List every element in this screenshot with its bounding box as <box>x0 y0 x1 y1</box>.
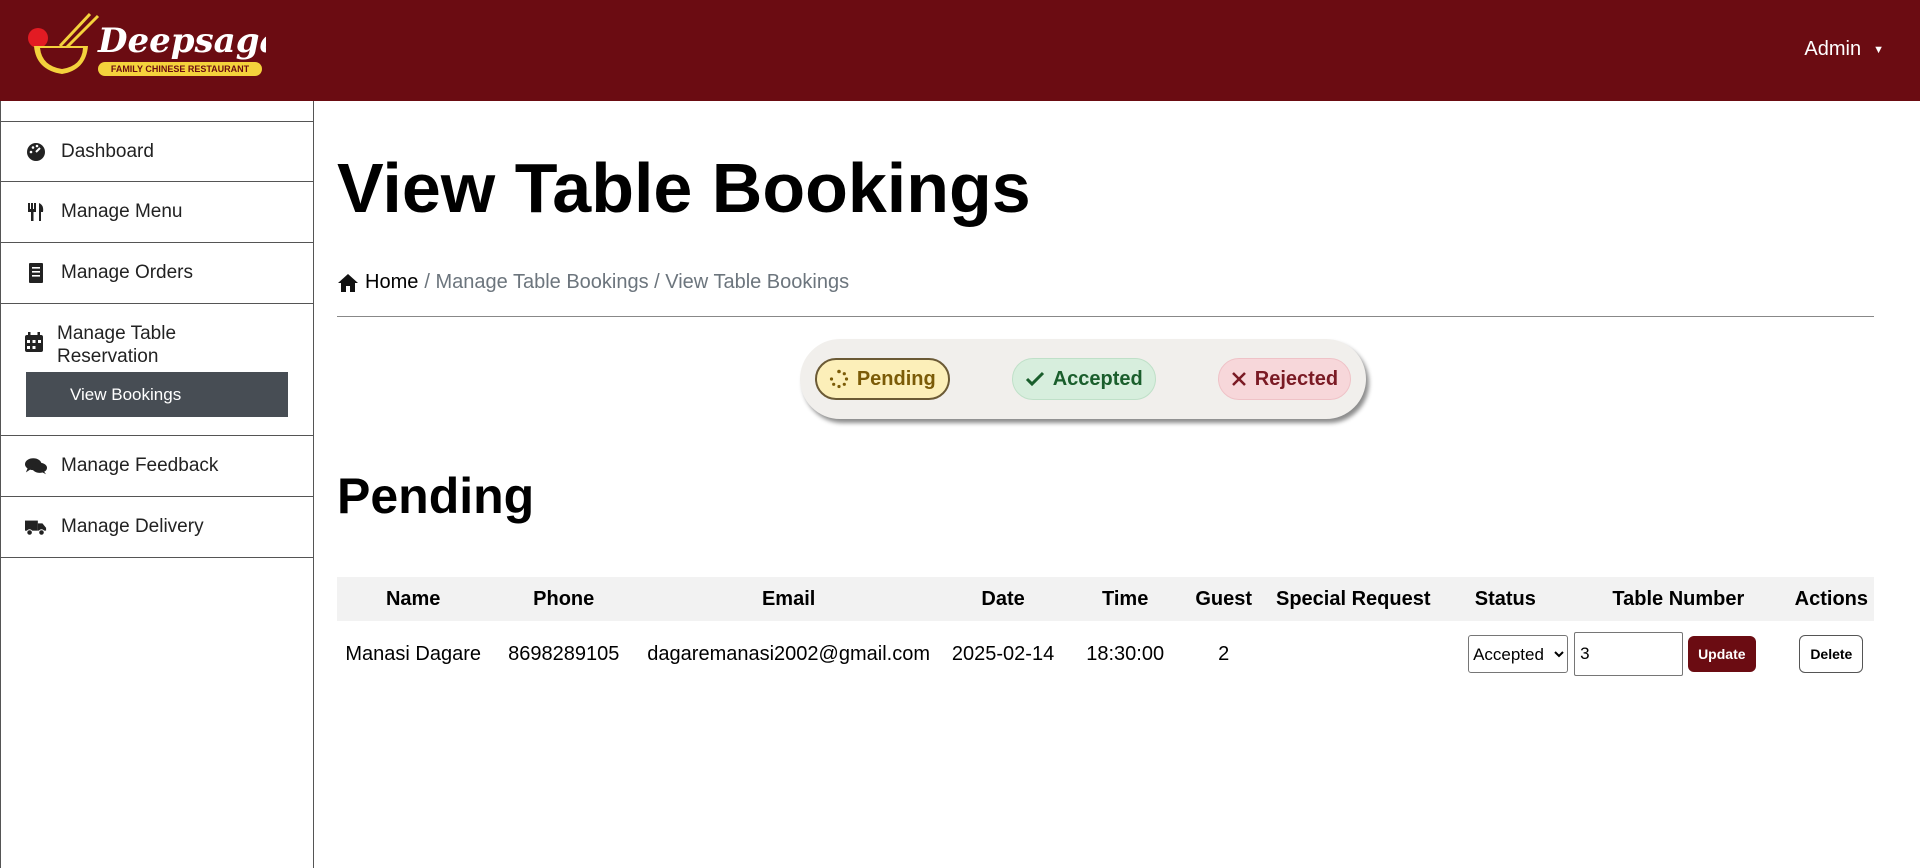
column-header: Time <box>1102 587 1149 610</box>
sidebar-item-manage-menu[interactable]: Manage Menu <box>1 182 313 243</box>
cell-phone: 8698289105 <box>508 642 620 665</box>
status-filter-bar: Pending Accepted Rejected <box>800 339 1366 419</box>
filter-rejected[interactable]: Rejected <box>1217 358 1352 400</box>
table-row: Manasi Dagare 8698289105 dagaremanasi200… <box>337 621 1874 687</box>
top-header: Deepsagar FAMILY CHINESE RESTAURANT Admi… <box>0 0 1920 101</box>
cell-guest: 2 <box>1218 642 1230 665</box>
admin-menu[interactable]: Admin ▼ <box>1804 38 1884 61</box>
sidebar-item-label: Dashboard <box>61 140 154 162</box>
sidebar-item-manage-orders[interactable]: Manage Orders <box>1 243 313 304</box>
admin-label: Admin <box>1804 38 1862 60</box>
delete-button[interactable]: Delete <box>1799 635 1864 673</box>
comments-icon <box>25 455 47 477</box>
filter-pending-label: Pending <box>856 367 936 390</box>
status-select[interactable]: Accepted <box>1468 635 1569 673</box>
column-header: Guest <box>1195 587 1253 610</box>
column-header: Phone <box>533 587 595 610</box>
filter-accepted-label: Accepted <box>1052 367 1143 390</box>
main-content: View Table Bookings Home / Manage Table … <box>337 101 1874 676</box>
sidebar-item-dashboard[interactable]: Dashboard <box>1 121 313 182</box>
check-icon <box>1025 371 1044 387</box>
cell-date: 2025-02-14 <box>951 642 1055 665</box>
utensils-icon <box>25 201 47 223</box>
breadcrumb-home-label: Home <box>365 271 419 293</box>
sidebar-item-manage-feedback[interactable]: Manage Feedback <box>1 436 313 497</box>
dashboard-icon <box>25 141 47 163</box>
sidebar: Dashboard Manage Menu Manage Orders Mana… <box>0 101 314 868</box>
column-header: Special Request <box>1275 587 1431 610</box>
cell-email: dagaremanasi2002@gmail.com <box>647 642 930 665</box>
cell-table-number: Update <box>1568 621 1789 687</box>
column-header: Date <box>981 587 1025 610</box>
column-header: Email <box>761 587 816 610</box>
sidebar-item-label: Manage Menu <box>61 201 183 222</box>
sidebar-item-label: Manage Table Reservation <box>57 323 177 367</box>
close-icon <box>1231 372 1246 386</box>
spinner-icon <box>829 369 848 389</box>
bookings-table: Name Phone Email Date Time Guest Special… <box>337 577 1874 687</box>
breadcrumb-trail: / Manage Table Bookings / View Table Boo… <box>424 271 850 293</box>
sidebar-item-label: Manage Delivery <box>61 516 204 537</box>
column-header: Status <box>1474 587 1536 610</box>
sidebar-group-table-reservation: Manage Table Reservation View Bookings <box>1 304 313 436</box>
sidebar-item-label: Manage Orders <box>61 262 194 283</box>
brand-tagline: FAMILY CHINESE RESTAURANT <box>111 64 250 74</box>
bowl-logo-icon: Deepsagar FAMILY CHINESE RESTAURANT <box>28 12 301 76</box>
sidebar-item-manage-table-reservation[interactable]: Manage Table Reservation <box>25 322 289 368</box>
brand-logo[interactable]: Deepsagar FAMILY CHINESE RESTAURANT <box>26 12 301 90</box>
breadcrumb: Home / Manage Table Bookings / View Tabl… <box>337 271 1874 294</box>
cell-name: Manasi Dagare <box>345 642 481 665</box>
filter-accepted[interactable]: Accepted <box>1011 358 1156 400</box>
cell-time: 18:30:00 <box>1086 642 1165 665</box>
update-button[interactable]: Update <box>1688 636 1756 672</box>
calendar-icon <box>25 332 43 358</box>
receipt-icon <box>25 262 47 284</box>
column-header: Actions <box>1794 587 1868 610</box>
divider <box>337 316 1874 317</box>
page-title: View Table Bookings <box>337 149 1031 227</box>
table-number-input[interactable] <box>1574 632 1684 676</box>
cell-actions: Delete <box>1789 621 1874 687</box>
table-header-row: Name Phone Email Date Time Guest Special… <box>337 577 1874 621</box>
home-icon <box>338 273 358 292</box>
sidebar-subitem-view-bookings[interactable]: View Bookings <box>26 372 288 417</box>
column-header: Name <box>385 587 441 610</box>
column-header: Table Number <box>1612 587 1745 610</box>
section-title: Pending <box>337 468 535 524</box>
sidebar-item-manage-delivery[interactable]: Manage Delivery <box>1 497 313 558</box>
filter-rejected-label: Rejected <box>1254 367 1339 390</box>
breadcrumb-home[interactable]: Home <box>337 271 418 294</box>
truck-icon <box>25 516 47 538</box>
sidebar-item-label: Manage Feedback <box>61 455 219 476</box>
caret-down-icon: ▼ <box>1873 43 1884 56</box>
filter-pending[interactable]: Pending <box>814 358 950 400</box>
cell-status: Accepted <box>1443 621 1569 687</box>
brand-name: Deepsagar <box>97 21 266 61</box>
cell-special-request <box>1264 621 1443 687</box>
